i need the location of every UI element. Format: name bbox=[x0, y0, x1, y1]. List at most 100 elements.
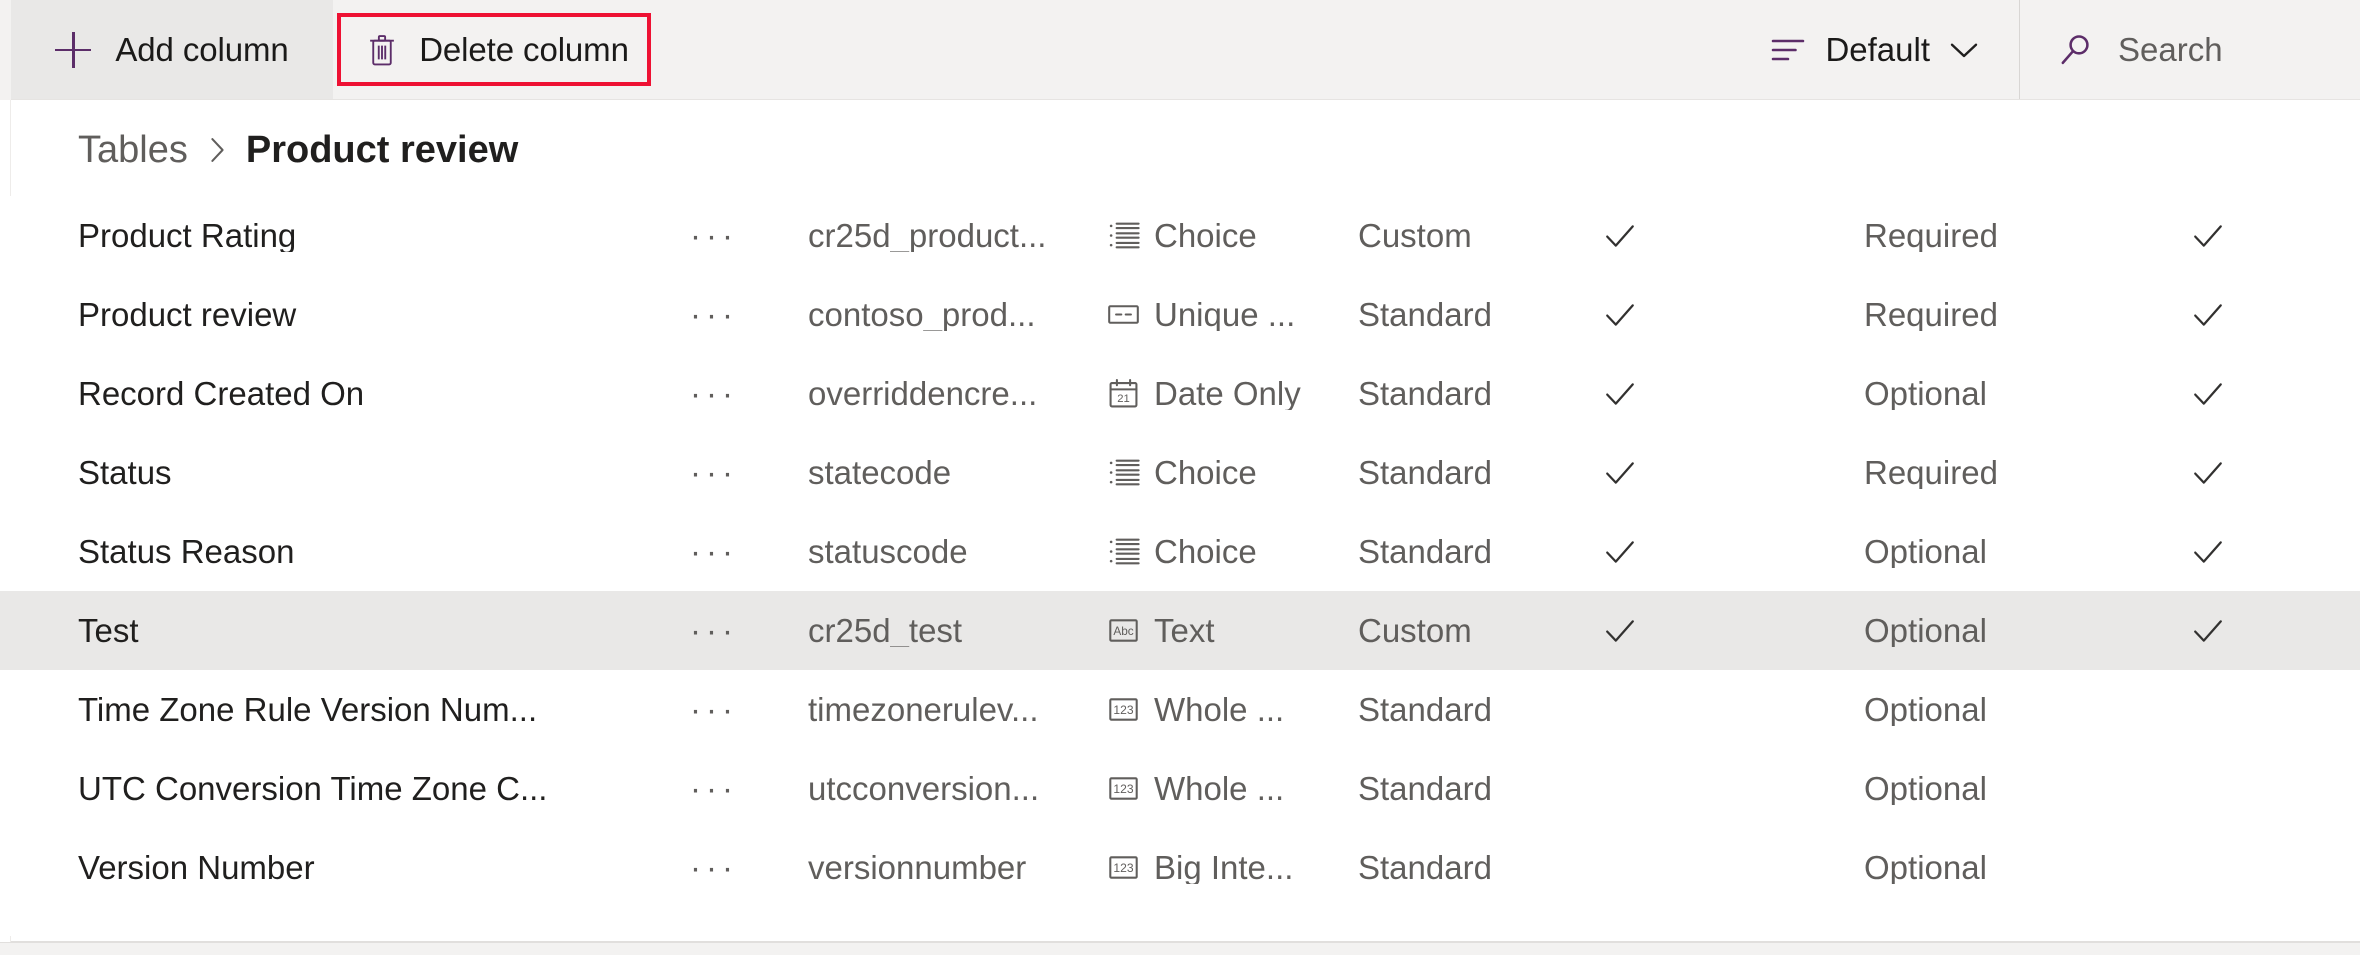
checkmark-icon bbox=[1602, 534, 1638, 570]
more-options-icon: ··· bbox=[690, 612, 738, 649]
table-row[interactable]: Product review ··· contoso_prod... Unique .… bbox=[0, 275, 2360, 354]
table-row[interactable]: Test ··· cr25d_test Abc Text Custom Optional bbox=[0, 591, 2360, 670]
checkmark-icon bbox=[2190, 455, 2226, 491]
search-placeholder-text: Search bbox=[2118, 31, 2223, 68]
row-overflow-menu-button[interactable]: ··· bbox=[690, 591, 760, 670]
delete-column-button[interactable]: Delete column bbox=[341, 0, 655, 99]
column-type: Standard bbox=[1358, 693, 1492, 726]
chevron-down-icon bbox=[1949, 40, 1979, 60]
column-display-name-cell[interactable]: Test bbox=[78, 591, 668, 670]
column-logical-name: statecode bbox=[808, 456, 952, 489]
column-logical-name-cell: versionnumber bbox=[808, 828, 1093, 907]
table-row[interactable]: Version Number ··· versionnumber 123 Big Int… bbox=[0, 828, 2360, 907]
column-display-name: Version Number bbox=[78, 851, 315, 884]
row-overflow-menu-button[interactable]: ··· bbox=[690, 670, 760, 749]
column-data-type-cell: 21 Date Only bbox=[1107, 354, 1397, 433]
row-overflow-menu-button[interactable]: ··· bbox=[690, 749, 760, 828]
breadcrumb: Tables Product review bbox=[78, 122, 518, 178]
choice-icon bbox=[1107, 456, 1140, 489]
unique-identifier-icon bbox=[1107, 298, 1140, 331]
breadcrumb-chevron-icon bbox=[207, 136, 227, 164]
column-data-type-cell: 123 Big Inte... bbox=[1107, 828, 1397, 907]
column-customizable-cell bbox=[1602, 749, 1662, 828]
column-customizable-cell bbox=[1602, 591, 1662, 670]
view-selector-label: Default bbox=[1825, 30, 1930, 68]
column-type-cell: Standard bbox=[1358, 670, 1573, 749]
checkmark-icon bbox=[2190, 376, 2226, 412]
column-required-cell: Required bbox=[1864, 196, 2094, 275]
column-required-cell: Required bbox=[1864, 275, 2094, 354]
table-row[interactable]: Product Rating ··· cr25d_product... Choice C… bbox=[0, 196, 2360, 275]
column-searchable-cell bbox=[2190, 354, 2250, 433]
checkmark-icon bbox=[2190, 613, 2226, 649]
horizontal-scrollbar-thumb[interactable] bbox=[0, 944, 2360, 955]
column-data-type: Whole ... bbox=[1154, 693, 1285, 726]
column-type: Standard bbox=[1358, 535, 1492, 568]
column-display-name: Record Created On bbox=[78, 377, 365, 410]
horizontal-scrollbar[interactable] bbox=[0, 942, 2360, 955]
table-row[interactable]: UTC Conversion Time Zone C... ··· utcconve… bbox=[0, 749, 2360, 828]
more-options-icon: ··· bbox=[690, 296, 738, 333]
add-column-label: Add column bbox=[115, 31, 289, 68]
delete-column-label: Delete column bbox=[419, 31, 629, 68]
more-options-icon: ··· bbox=[690, 770, 738, 807]
column-data-type-cell: Choice bbox=[1107, 512, 1397, 591]
row-overflow-menu-button[interactable]: ··· bbox=[690, 196, 760, 275]
breadcrumb-item-tables[interactable]: Tables bbox=[78, 131, 188, 169]
column-customizable-cell bbox=[1602, 196, 1662, 275]
column-display-name-cell[interactable]: Status bbox=[78, 433, 668, 512]
column-display-name-cell[interactable]: Version Number bbox=[78, 828, 668, 907]
column-display-name-cell[interactable]: Product Rating bbox=[78, 196, 668, 275]
column-display-name-cell[interactable]: Product review bbox=[78, 275, 668, 354]
column-type: Custom bbox=[1358, 219, 1472, 252]
column-type-cell: Standard bbox=[1358, 354, 1573, 433]
checkmark-icon bbox=[2190, 218, 2226, 254]
column-type-cell: Standard bbox=[1358, 433, 1573, 512]
column-required-cell: Optional bbox=[1864, 354, 2094, 433]
command-bar-left-rail bbox=[0, 0, 11, 100]
column-logical-name-cell: cr25d_product... bbox=[808, 196, 1093, 275]
column-display-name: UTC Conversion Time Zone C... bbox=[78, 772, 548, 805]
column-type: Custom bbox=[1358, 614, 1472, 647]
column-display-name: Time Zone Rule Version Num... bbox=[78, 693, 538, 726]
column-type: Standard bbox=[1358, 772, 1492, 805]
more-options-icon: ··· bbox=[690, 375, 738, 412]
row-overflow-menu-button[interactable]: ··· bbox=[690, 354, 760, 433]
column-required: Optional bbox=[1864, 535, 1987, 568]
column-logical-name: timezonerulev... bbox=[808, 693, 1039, 726]
view-list-icon bbox=[1770, 35, 1806, 65]
row-overflow-menu-button[interactable]: ··· bbox=[690, 512, 760, 591]
row-overflow-menu-button[interactable]: ··· bbox=[690, 828, 760, 907]
checkmark-icon bbox=[1602, 455, 1638, 491]
table-row[interactable]: Status ··· statecode Choice Standard Required bbox=[0, 433, 2360, 512]
column-display-name-cell[interactable]: Time Zone Rule Version Num... bbox=[78, 670, 668, 749]
svg-text:21: 21 bbox=[1117, 393, 1130, 405]
table-row[interactable]: Time Zone Rule Version Num... ··· timezone… bbox=[0, 670, 2360, 749]
search-input[interactable]: Search bbox=[2020, 0, 2360, 99]
column-display-name: Test bbox=[78, 614, 139, 647]
column-type-cell: Standard bbox=[1358, 275, 1573, 354]
page-title: Product review bbox=[245, 129, 519, 171]
more-options-icon: ··· bbox=[690, 454, 738, 491]
more-options-icon: ··· bbox=[690, 533, 738, 570]
add-column-button[interactable]: Add column bbox=[11, 0, 333, 99]
row-overflow-menu-button[interactable]: ··· bbox=[690, 433, 760, 512]
column-data-type: Choice bbox=[1154, 456, 1257, 489]
view-selector-button[interactable]: Default bbox=[1736, 0, 2019, 99]
column-required-cell: Optional bbox=[1864, 591, 2094, 670]
row-overflow-menu-button[interactable]: ··· bbox=[690, 275, 760, 354]
column-required-cell: Required bbox=[1864, 433, 2094, 512]
column-searchable-cell bbox=[2190, 591, 2250, 670]
column-data-type: Unique ... bbox=[1154, 298, 1296, 331]
column-data-type-cell: Choice bbox=[1107, 433, 1397, 512]
column-display-name-cell[interactable]: Record Created On bbox=[78, 354, 668, 433]
column-display-name-cell[interactable]: UTC Conversion Time Zone C... bbox=[78, 749, 668, 828]
column-searchable-cell bbox=[2190, 433, 2250, 512]
table-row[interactable]: Status Reason ··· statuscode Choice Standard… bbox=[0, 512, 2360, 591]
column-required: Optional bbox=[1864, 851, 1987, 884]
column-required: Required bbox=[1864, 219, 1998, 252]
column-type-cell: Standard bbox=[1358, 749, 1573, 828]
column-logical-name: statuscode bbox=[808, 535, 968, 568]
table-row[interactable]: Record Created On ··· overriddencre... 21 Da… bbox=[0, 354, 2360, 433]
column-display-name-cell[interactable]: Status Reason bbox=[78, 512, 668, 591]
